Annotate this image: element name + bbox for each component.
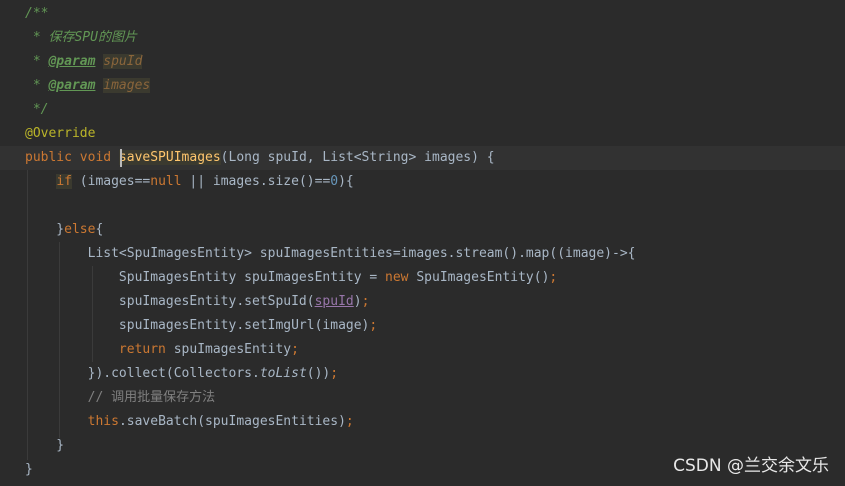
code-token: ) xyxy=(353,294,362,309)
code-token: ; xyxy=(369,318,378,333)
code-token: .saveBatch(spuImagesEntities) xyxy=(118,414,346,429)
code-line[interactable]: /** xyxy=(25,2,48,26)
code-token: SpuImagesEntity spuImagesEntity = xyxy=(25,270,386,285)
code-token: spuId xyxy=(314,294,354,309)
text-cursor xyxy=(120,149,122,167)
code-token: ; xyxy=(345,414,354,429)
code-token: @param xyxy=(48,78,96,93)
code-line[interactable]: */ xyxy=(25,98,49,122)
code-line[interactable]: public void saveSPUImages(Long spuId, Li… xyxy=(25,146,495,170)
code-token: } xyxy=(25,438,65,453)
code-line[interactable]: * @param images xyxy=(25,74,151,98)
code-token: */ xyxy=(25,102,49,117)
code-token: List<SpuImagesEntity> spuImagesEntities=… xyxy=(25,246,636,261)
code-line[interactable]: SpuImagesEntity spuImagesEntity = new Sp… xyxy=(25,266,557,290)
code-token: spuId xyxy=(103,54,143,69)
code-token: ()) xyxy=(306,366,331,381)
code-token: @Override xyxy=(25,126,96,141)
code-line[interactable]: spuImagesEntity.setSpuId(spuId); xyxy=(25,290,369,314)
code-token: /** xyxy=(25,6,49,21)
code-token: toList xyxy=(259,366,307,381)
code-line[interactable]: this.saveBatch(spuImagesEntities); xyxy=(25,410,354,434)
code-token: ; xyxy=(330,366,339,381)
code-token: null xyxy=(150,174,182,189)
code-token: if xyxy=(56,174,72,189)
code-token: }).collect(Collectors. xyxy=(25,366,260,381)
code-token: || images.size()== xyxy=(181,174,331,189)
code-token: @param xyxy=(48,54,96,69)
code-token: spuImagesEntity xyxy=(173,342,292,357)
code-token: new xyxy=(385,270,417,285)
code-token: spuImagesEntity.setSpuId( xyxy=(25,294,315,309)
code-token: 0 xyxy=(330,174,339,189)
code-line[interactable]: if (images==null || images.size()==0){ xyxy=(25,170,354,194)
code-line[interactable]: List<SpuImagesEntity> spuImagesEntities=… xyxy=(25,242,636,266)
code-token: ; xyxy=(291,342,299,357)
code-token: } xyxy=(25,222,65,237)
code-token: * xyxy=(25,54,49,69)
code-token: public void xyxy=(25,150,119,165)
code-token: return xyxy=(118,342,174,357)
code-line[interactable]: } xyxy=(25,458,33,482)
code-token: (Long spuId, List<String> images) { xyxy=(220,150,495,165)
code-token: spuImagesEntity.setImgUrl(image) xyxy=(25,318,370,333)
code-line[interactable]: } xyxy=(25,434,64,458)
code-token: } xyxy=(25,462,33,477)
code-line[interactable]: // 调用批量保存方法 xyxy=(25,386,215,410)
code-token: * 保存SPU的图片 xyxy=(25,30,137,45)
code-line[interactable]: }else{ xyxy=(25,218,103,242)
csdn-watermark: CSDN @兰交余文乐 xyxy=(673,456,829,476)
code-editor[interactable]: /** * 保存SPU的图片 * @param spuId * @param i… xyxy=(0,0,845,486)
code-token: // 调用批量保存方法 xyxy=(87,390,216,405)
code-token: * xyxy=(25,78,49,93)
code-token: images xyxy=(103,78,151,93)
code-token: saveSPUImages xyxy=(118,150,221,165)
code-token: ; xyxy=(549,270,558,285)
code-token: SpuImagesEntity() xyxy=(416,270,550,285)
code-token: else xyxy=(64,222,96,237)
code-token: this xyxy=(87,414,119,429)
code-line[interactable]: return spuImagesEntity; xyxy=(25,338,299,362)
code-line[interactable]: @Override xyxy=(25,122,95,146)
code-token: { xyxy=(95,222,104,237)
code-token: ; xyxy=(361,294,370,309)
code-line[interactable]: }).collect(Collectors.toList()); xyxy=(25,362,338,386)
code-token: ){ xyxy=(338,174,354,189)
code-line[interactable]: * 保存SPU的图片 xyxy=(25,26,137,50)
code-line[interactable]: * @param spuId xyxy=(25,50,143,74)
code-line[interactable]: spuImagesEntity.setImgUrl(image); xyxy=(25,314,377,338)
code-token: (images== xyxy=(71,174,151,189)
